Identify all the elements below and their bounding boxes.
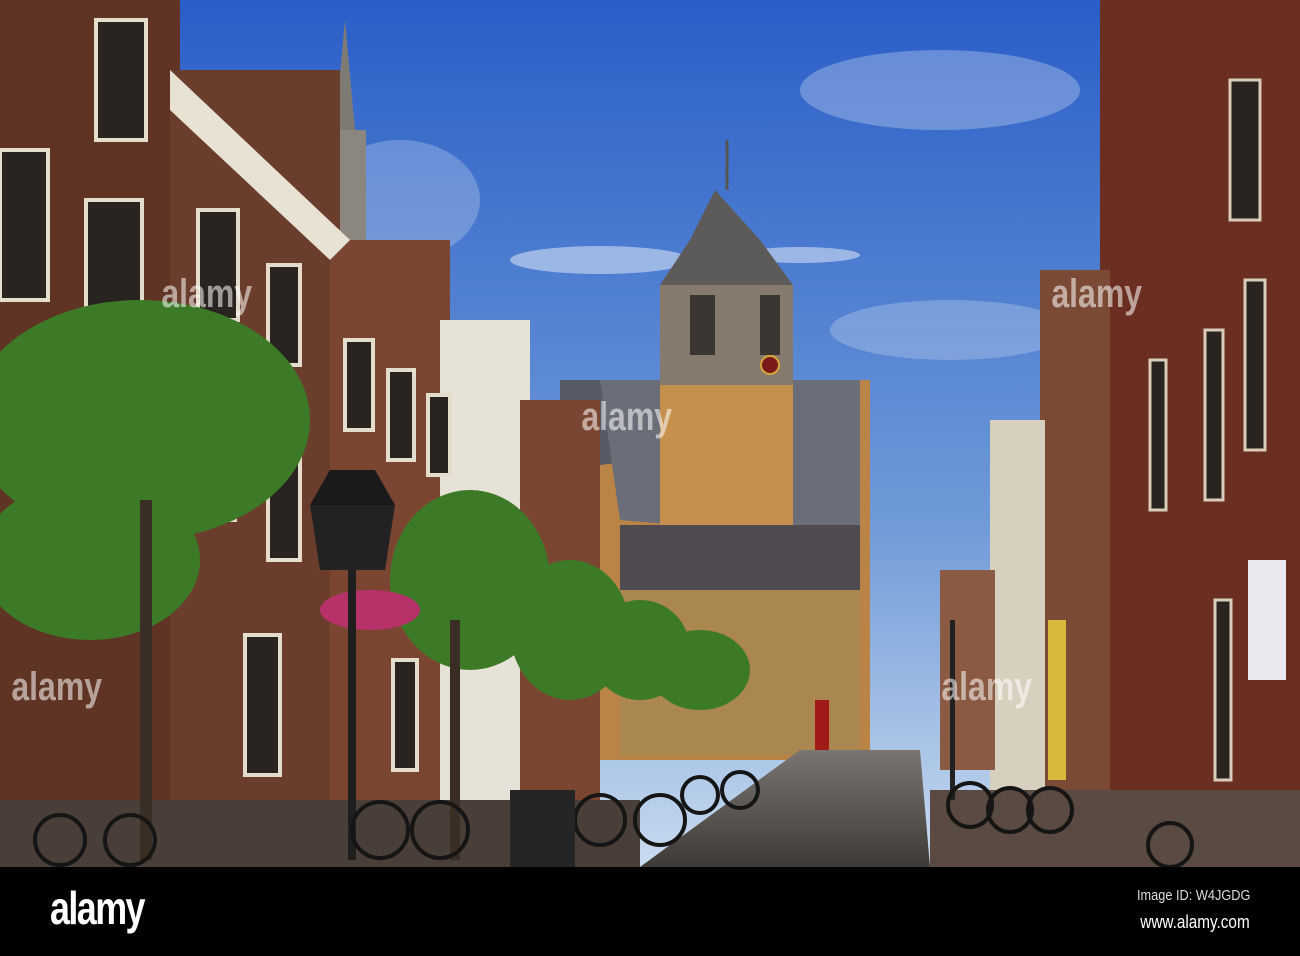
street-scene-photo <box>0 0 1300 867</box>
image-id: Image ID: W4JGDG <box>1136 887 1250 904</box>
clock-icon <box>760 355 780 375</box>
stock-photo: alamy alamy alamy alamy alamy alamy Imag… <box>0 0 1300 956</box>
alamy-logo: alamy <box>50 882 146 934</box>
footer-bar: alamy Image ID: W4JGDG www.alamy.com <box>0 867 1300 956</box>
bin <box>510 790 575 867</box>
site-url: www.alamy.com <box>1140 912 1250 932</box>
